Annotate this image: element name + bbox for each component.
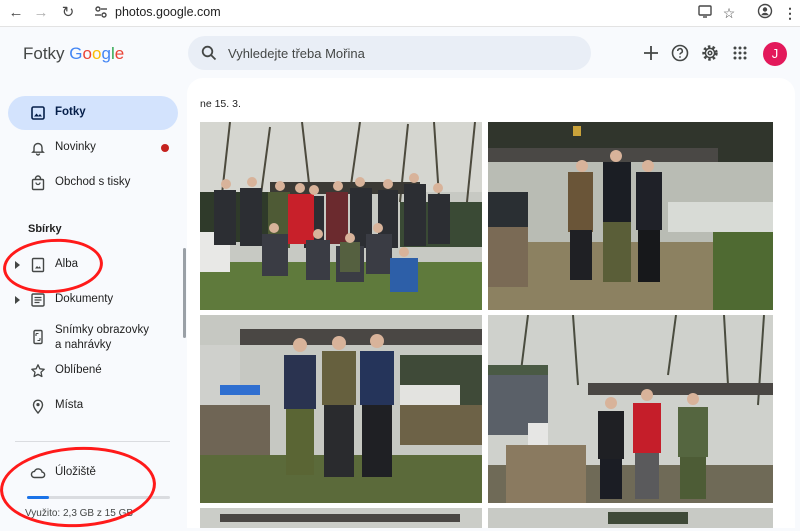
back-icon[interactable]: ← xyxy=(6,3,26,23)
account-avatar[interactable]: J xyxy=(763,42,787,66)
photo-thumbnail[interactable] xyxy=(488,122,773,310)
sidebar-item-places[interactable]: Místa xyxy=(8,389,178,423)
profile-icon[interactable] xyxy=(755,3,775,23)
site-settings-icon[interactable] xyxy=(94,5,108,19)
browser-toolbar: ← → ↻ photos.google.com ☆ ⋮ xyxy=(0,0,800,27)
photo-grid-panel: ne 15. 3. xyxy=(187,78,795,528)
sidebar-item-screenshots[interactable]: Snímky obrazovky a nahrávky xyxy=(8,318,178,356)
apps-grid-icon[interactable] xyxy=(729,42,751,64)
settings-gear-icon[interactable] xyxy=(699,42,721,64)
phone-icon xyxy=(33,329,43,345)
sidebar-item-label: Oblíbené xyxy=(55,364,102,376)
add-icon[interactable] xyxy=(640,42,662,64)
reload-icon[interactable]: ↻ xyxy=(58,3,78,23)
photo-thumbnail[interactable] xyxy=(200,315,482,503)
photo-thumbnail[interactable] xyxy=(488,315,773,503)
cast-icon[interactable] xyxy=(695,3,715,23)
sidebar-item-print-store[interactable]: Obchod s tisky xyxy=(8,166,178,200)
google-photos-logo[interactable]: Fotky Google xyxy=(23,44,124,64)
sidebar-item-updates[interactable]: Novinky xyxy=(8,131,178,165)
sidebar-item-photos[interactable]: Fotky xyxy=(8,96,178,130)
date-group-label: ne 15. 3. xyxy=(200,98,241,110)
star-icon xyxy=(31,364,45,378)
photo-thumbnail[interactable] xyxy=(488,508,773,528)
help-icon[interactable] xyxy=(669,42,691,64)
sidebar-item-favorites[interactable]: Oblíbené xyxy=(8,354,178,388)
document-icon xyxy=(31,293,45,307)
sidebar-item-label: Snímky obrazovky a nahrávky xyxy=(55,324,149,351)
photo-thumbnail[interactable] xyxy=(200,122,482,310)
sidebar-item-label: Dokumenty xyxy=(55,293,114,305)
forward-icon[interactable]: → xyxy=(31,3,51,23)
shopping-bag-icon xyxy=(31,175,45,191)
sidebar-item-label: Místa xyxy=(55,399,84,411)
sidebar-item-label: Fotky xyxy=(55,106,86,118)
search-box[interactable] xyxy=(188,36,591,70)
notification-dot xyxy=(161,144,169,152)
bell-icon xyxy=(31,142,45,156)
address-bar[interactable]: photos.google.com xyxy=(115,5,221,19)
sidebar-scrollbar[interactable] xyxy=(183,248,186,338)
search-input[interactable] xyxy=(228,36,568,70)
search-icon[interactable] xyxy=(201,45,217,61)
photo-thumbnail[interactable] xyxy=(200,508,482,528)
collections-heading: Sbírky xyxy=(28,223,62,235)
sidebar-divider xyxy=(15,441,170,442)
sidebar-item-label: Novinky xyxy=(55,141,96,153)
sidebar-item-label: Obchod s tisky xyxy=(55,176,131,188)
menu-icon[interactable]: ⋮ xyxy=(780,3,800,23)
bookmark-star-icon[interactable]: ☆ xyxy=(719,3,739,23)
photo-icon xyxy=(31,106,45,120)
location-pin-icon xyxy=(32,399,44,414)
